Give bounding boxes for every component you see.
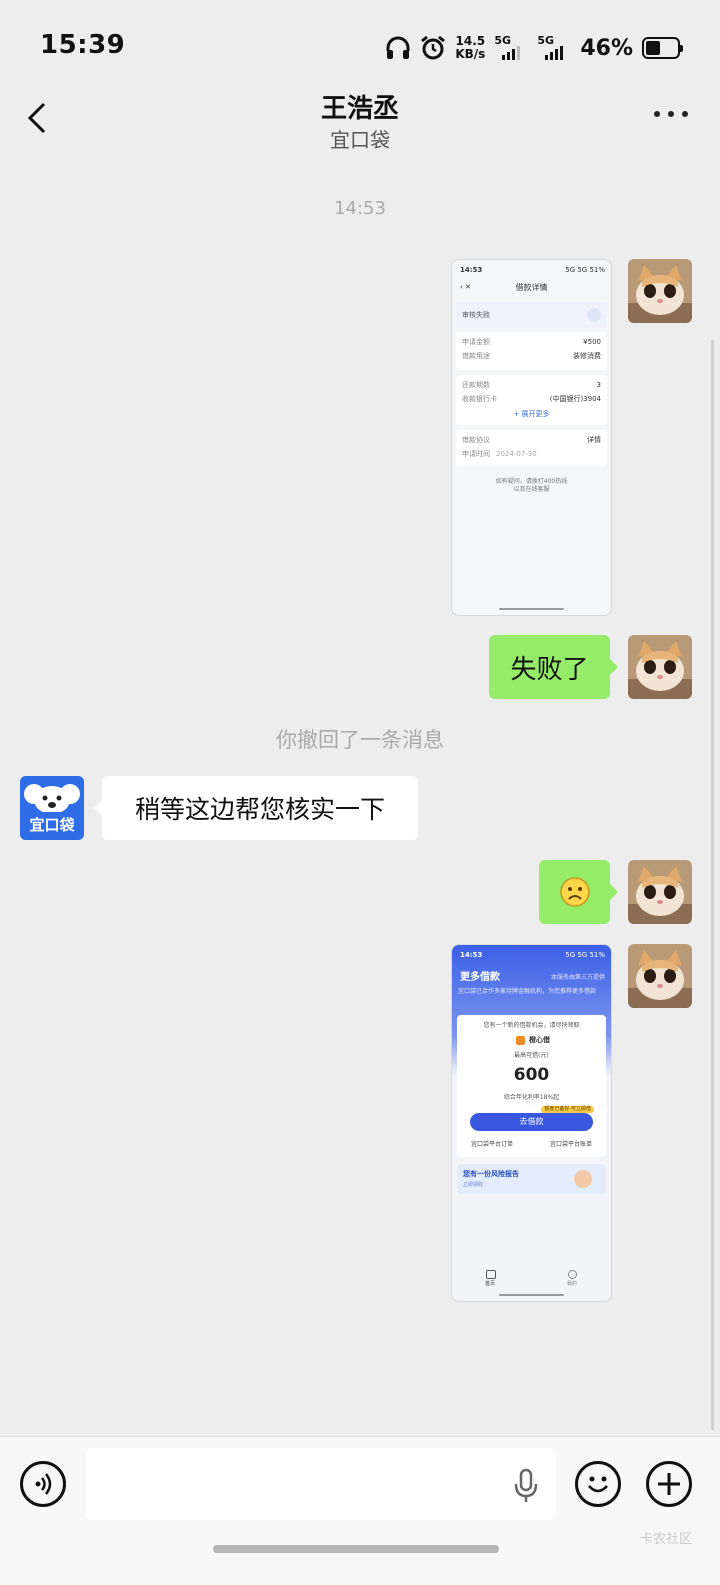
- shot1-footer: 如有疑问，请拨打400热线 以及在线客服: [495, 478, 568, 493]
- message-bubble-received[interactable]: 稍等这边帮您核实一下: [94, 776, 418, 840]
- battery-percent: 46%: [580, 35, 633, 61]
- smiley-icon: [588, 1476, 608, 1493]
- shot2-banner-illustration: [574, 1170, 592, 1188]
- chat-subtitle: 宜口袋: [330, 128, 390, 152]
- shot1-home-indicator: [499, 608, 564, 610]
- shot2-notice: 宜口袋已合作多家持牌金融机构，为您推荐更多借款: [458, 988, 597, 995]
- shot2-time: 14:53: [460, 951, 483, 959]
- status-icons: 14.5 KB/s 5G 5G 46%: [385, 30, 683, 66]
- shot2-banner: 您有一份风险报告 立即领取: [457, 1164, 606, 1194]
- shot2-home-icon: [486, 1270, 496, 1279]
- contact-avatar-text: 宜口袋: [29, 816, 75, 834]
- shot2-borrow-button: 去借款: [470, 1113, 593, 1131]
- battery-icon: [642, 37, 683, 59]
- my-avatar[interactable]: [628, 860, 692, 924]
- status-time: 15:39: [40, 30, 126, 60]
- image-message-more-loans[interactable]: 14:53 5G 5G 51% 更多借款 本服务由第三方提供 宜口袋已合作多家持…: [451, 944, 612, 1302]
- emoji-button[interactable]: [575, 1461, 621, 1507]
- voice-mode-button[interactable]: [20, 1461, 66, 1507]
- shot2-status: 5G 5G 51%: [565, 951, 605, 959]
- shot1-status: 5G 5G 51%: [565, 266, 605, 274]
- watermark: 卡农社区: [639, 1532, 692, 1547]
- my-avatar[interactable]: [628, 944, 692, 1008]
- message-input[interactable]: [86, 1448, 556, 1520]
- shot2-mine-icon: [568, 1270, 577, 1279]
- message-text: 稍等这边帮您核实一下: [134, 795, 385, 824]
- message-bubble-sent[interactable]: 失败了: [489, 635, 618, 699]
- my-avatar[interactable]: [628, 635, 692, 699]
- voice-icon: [35, 1473, 52, 1495]
- message-text: 失败了: [510, 654, 589, 685]
- shot1-check-icon: [587, 308, 601, 322]
- my-avatar[interactable]: [628, 259, 692, 323]
- net-speed: 14.5 KB/s: [455, 34, 486, 61]
- shot2-title: 更多借款: [460, 972, 500, 983]
- recall-notice: 你撤回了一条消息: [276, 728, 444, 752]
- home-indicator[interactable]: [213, 1545, 499, 1553]
- signal-sim2-icon: 5G: [537, 34, 571, 62]
- message-timestamp: 14:53: [334, 198, 386, 219]
- shot1-time: 14:53: [460, 266, 483, 274]
- contact-avatar[interactable]: 宜口袋: [20, 776, 84, 840]
- shot1-repay-card: 还款期数 3 收款银行卡 (中国银行)3904 + 展开更多: [456, 375, 607, 425]
- shot2-product-card: 您有一个新的借款机会，请尽快领取 橙心借 最高可借(元) 600 综合年化利率1…: [457, 1015, 606, 1157]
- plus-icon: [658, 1473, 680, 1495]
- shot1-title: 借款详情: [515, 283, 548, 292]
- scrollbar[interactable]: [711, 340, 714, 1430]
- more-actions-button[interactable]: [646, 1461, 692, 1507]
- shot2-amount: 600: [513, 1065, 550, 1085]
- shot2-home-indicator: [499, 1294, 564, 1296]
- image-message-loan-details[interactable]: 14:53 5G 5G 51% ‹ ✕ 借款详情 审核失败 申请金额 ¥500 …: [451, 259, 612, 616]
- shot1-agreement-card: 借款协议 详情 申请时间 2024-07-30: [456, 430, 607, 466]
- alarm-icon: [421, 35, 446, 60]
- message-bubble-sent-emoji[interactable]: [539, 860, 618, 924]
- shot2-product-icon: [516, 1036, 525, 1045]
- more-options-button[interactable]: [654, 106, 688, 122]
- headphones-icon: [386, 36, 410, 59]
- shot2-top-right: 本服务由第三方提供: [550, 974, 605, 981]
- shot1-badge: 审核失败: [462, 311, 490, 319]
- shot1-amount-card: 申请金额 ¥500 借款用途 装修消费: [456, 332, 607, 370]
- chat-title: 王浩丞: [320, 94, 399, 124]
- signal-sim1-icon: 5G: [494, 34, 528, 62]
- sad-face-icon: [559, 877, 590, 907]
- shot1-status-card: 审核失败: [456, 302, 607, 328]
- microphone-icon[interactable]: [512, 1468, 540, 1504]
